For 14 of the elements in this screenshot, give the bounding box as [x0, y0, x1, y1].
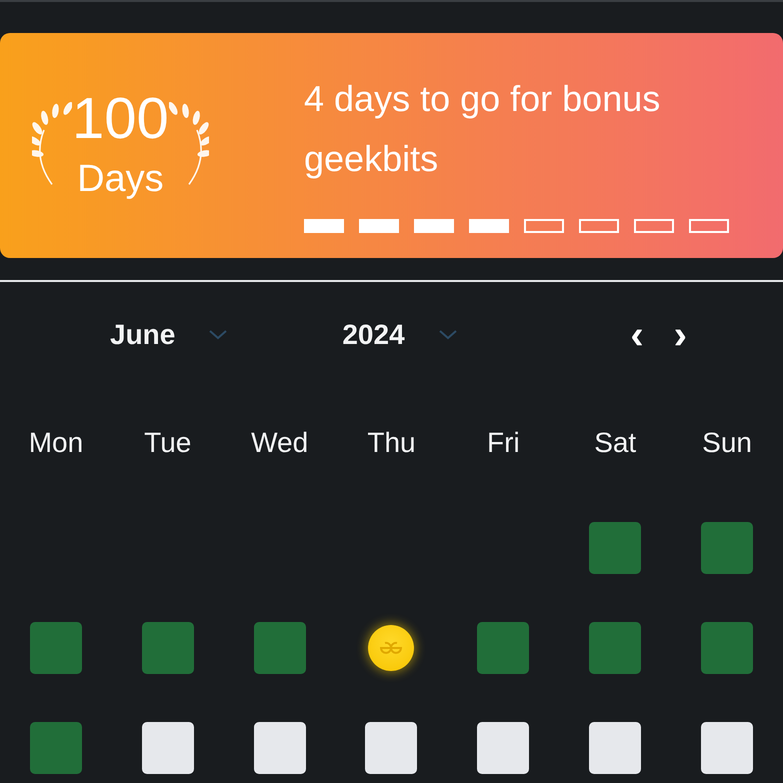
weekday-label: Mon [28, 426, 84, 460]
next-month-button[interactable]: › [670, 315, 691, 355]
streak-count: 100 [72, 90, 169, 148]
year-select[interactable]: 2024 [342, 319, 405, 351]
weekday-label: Thu [366, 426, 417, 460]
weekday-label: Tue [143, 426, 192, 460]
weekday-label: Wed [250, 426, 310, 460]
month-select[interactable]: June [110, 319, 176, 351]
weekday-label: Sun [701, 426, 753, 460]
weekday-label: Sat [593, 426, 638, 460]
weekday-label: Fri [486, 426, 521, 460]
streak-unit: Days [77, 158, 164, 201]
bonus-message: 4 days to go for bonus geekbits [304, 76, 662, 180]
previous-month-button[interactable]: ‹ [626, 315, 648, 355]
